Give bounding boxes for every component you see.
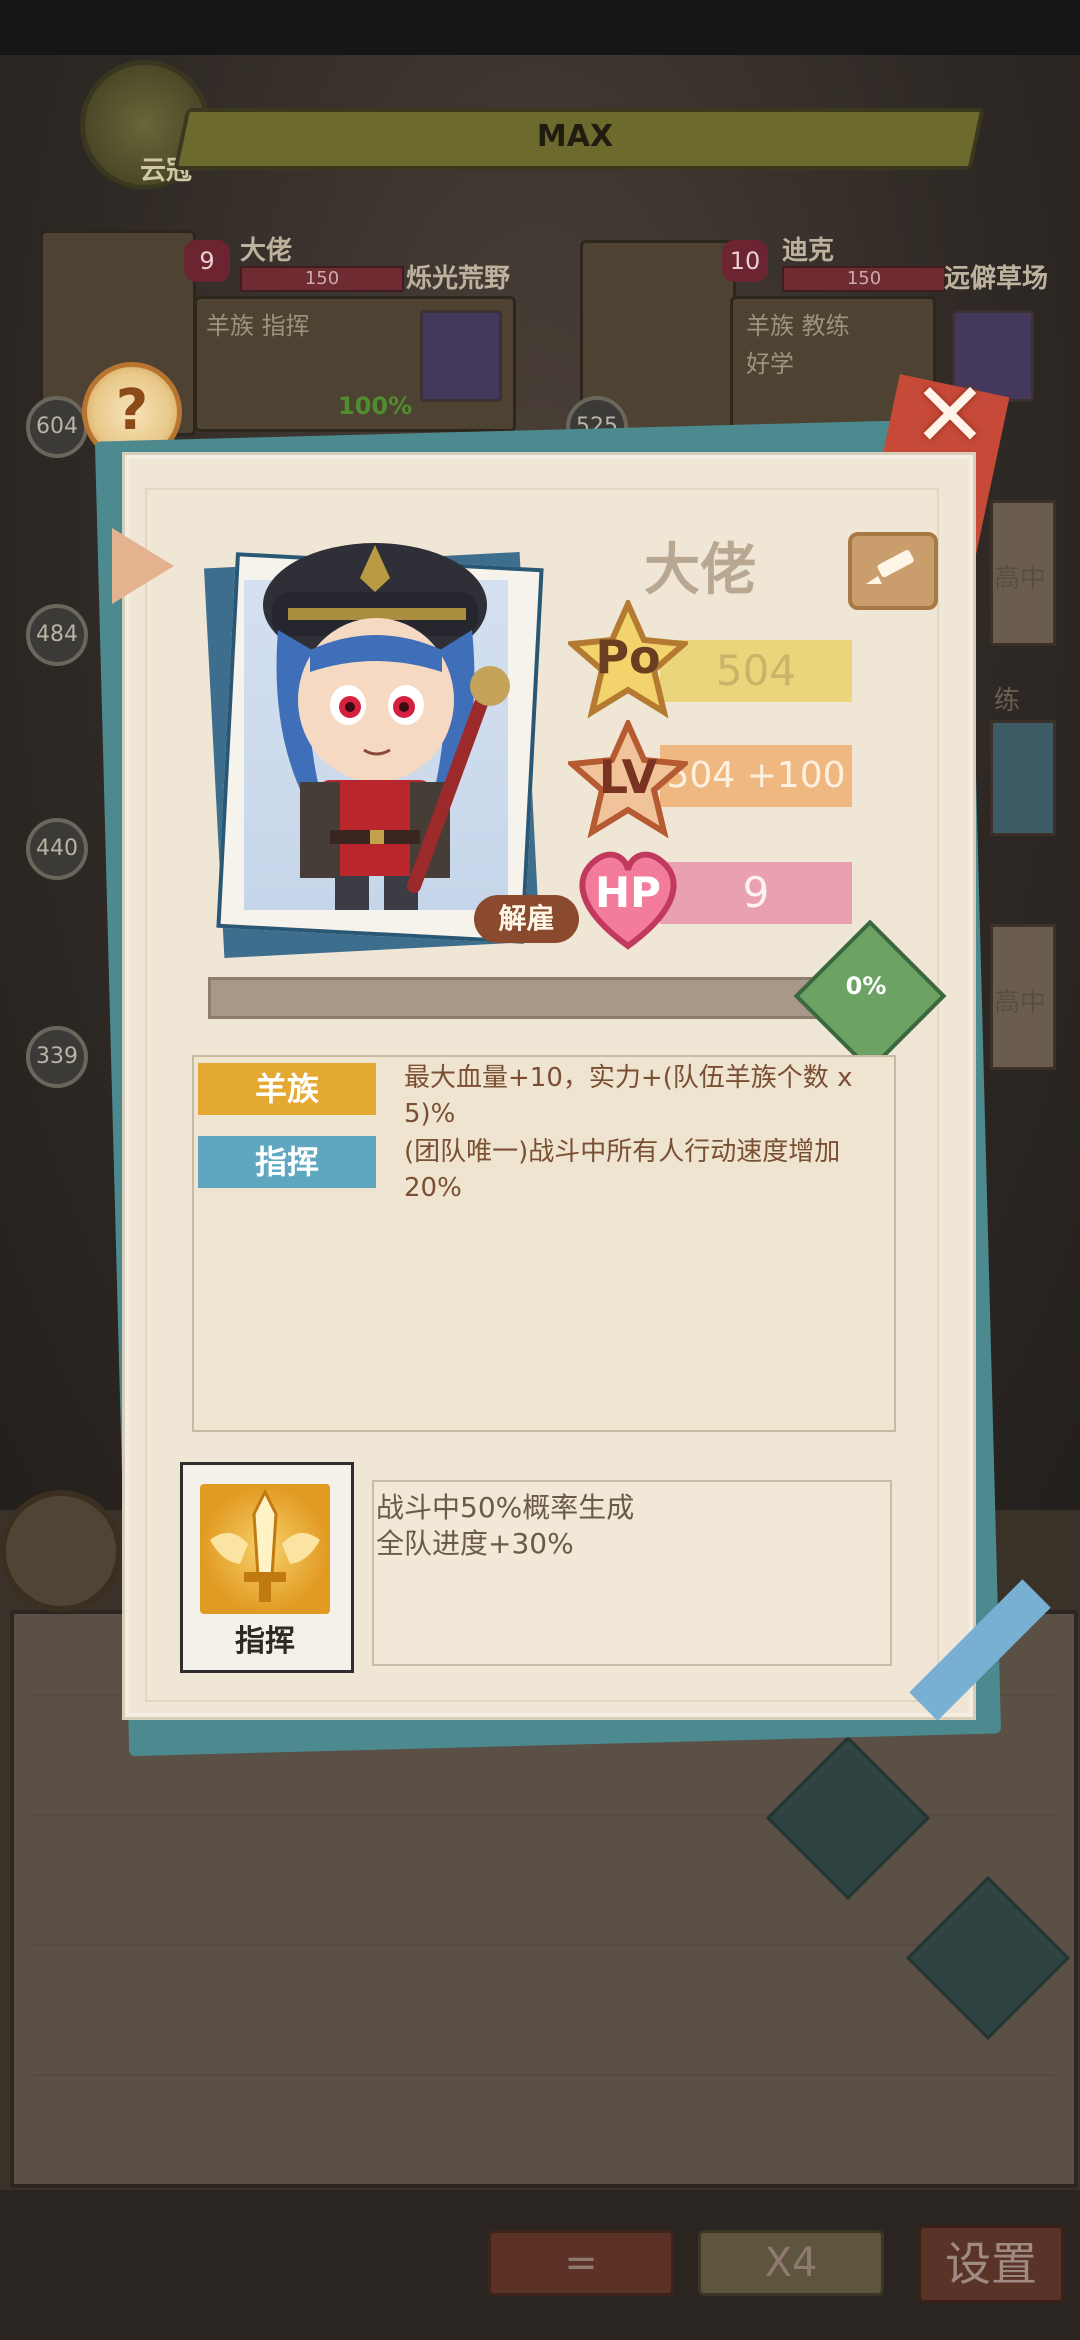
sword-wings-icon (200, 1484, 330, 1614)
settings-button[interactable]: 设置 (918, 2225, 1064, 2303)
close-icon[interactable]: ✕ (902, 368, 998, 464)
power-value: 504 (660, 640, 852, 702)
edit-pencil-icon (866, 550, 914, 584)
trait-tag-command[interactable]: 指挥 (198, 1136, 376, 1188)
speed-button[interactable]: X4 (698, 2230, 884, 2296)
progress-label: 0% (845, 972, 887, 1000)
level-value: 504 +100 (660, 745, 852, 807)
bg-right-label-1: 高中 (994, 564, 1047, 594)
trait-description: (团队唯一)战斗中所有人行动速度增加20% (404, 1137, 841, 1203)
bg-power-5: 339 (26, 1026, 88, 1088)
status-bar (0, 0, 1080, 55)
bg-power-4: 440 (26, 818, 88, 880)
edit-name-button[interactable] (848, 532, 938, 610)
bg-flag-icon-1 (420, 310, 502, 402)
hp-value: 9 (660, 862, 852, 924)
bg-heart-1: 9 (184, 240, 230, 282)
bg-location-2: 远僻草场 (944, 264, 1049, 294)
bg-hp-2: 150 (782, 266, 946, 292)
bg-name-1: 大佬 (240, 236, 293, 266)
arrow-tab-icon (112, 528, 174, 604)
trait-description: 最大血量+10，实力+(队伍羊族个数 x 5)% (404, 1063, 853, 1129)
skill-name: 指挥 (235, 1624, 295, 1659)
bg-hp-1: 150 (240, 266, 404, 292)
bg-name-2: 迪克 (782, 236, 835, 266)
clock-icon[interactable] (0, 1490, 122, 1612)
bg-traits-2: 羊族 教练 (746, 312, 850, 340)
bg-power-1: 604 (26, 396, 88, 458)
experience-bar (208, 977, 854, 1019)
bg-power-3: 484 (26, 604, 88, 666)
level-bar-label: MAX (536, 119, 614, 154)
bg-progress-1: 100% (338, 392, 413, 420)
hp-badge-label: HP (595, 868, 661, 917)
skill-description-line: 战斗中50%概率生成 (376, 1491, 635, 1524)
bg-traits-1: 羊族 指挥 (206, 312, 310, 340)
character-portrait (263, 543, 510, 910)
bg-right-label-3: 高中 (994, 988, 1047, 1018)
bg-location-1: 烁光荒野 (406, 264, 511, 294)
bg-traits-extra-2: 好学 (746, 350, 794, 378)
trait-tag-sheep[interactable]: 羊族 (198, 1063, 376, 1115)
bg-heart-2: 10 (722, 240, 768, 282)
skill-description-line: 全队进度+30% (376, 1527, 574, 1560)
power-badge-label: Po (595, 630, 661, 684)
level-badge-label: LV (598, 750, 658, 804)
dismiss-button[interactable]: 解雇 (474, 895, 579, 943)
character-name: 大佬 (644, 538, 756, 603)
bg-right-label-2: 练 (994, 686, 1021, 716)
menu-button[interactable]: = (488, 2230, 674, 2296)
bg-right-card-2 (990, 720, 1056, 836)
